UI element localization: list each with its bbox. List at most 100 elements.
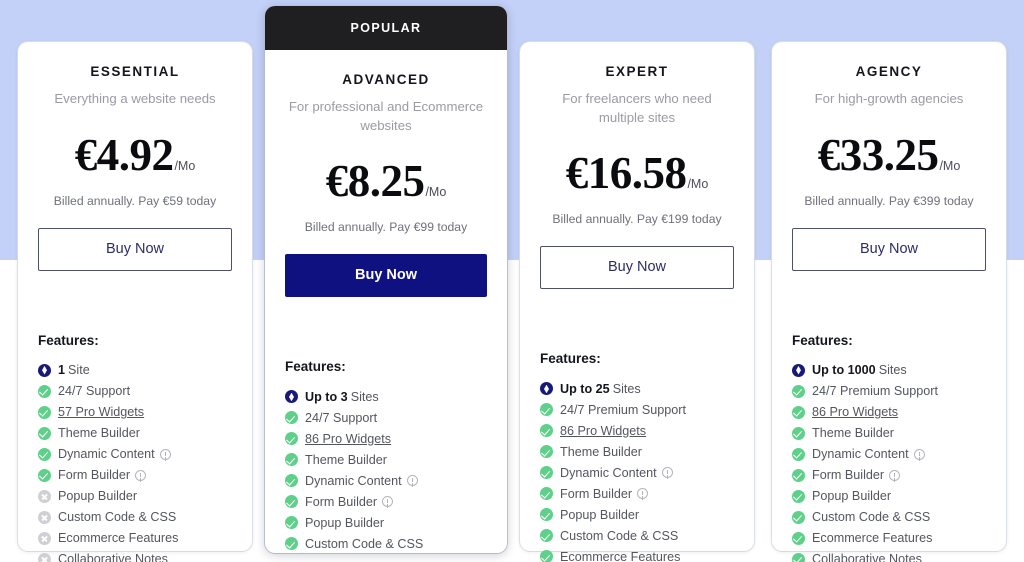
plan-name-expert: EXPERT (605, 64, 669, 79)
info-icon[interactable] (889, 469, 901, 481)
feature-label[interactable]: 86 Pro Widgets (812, 405, 898, 419)
sites-icon (285, 390, 298, 404)
info-icon[interactable] (913, 448, 925, 460)
feature-label: Dynamic Content (305, 473, 402, 488)
feature-label: Site (68, 363, 90, 378)
feature-item: 1 Site (38, 360, 232, 381)
check-icon (285, 495, 298, 509)
info-icon[interactable] (406, 475, 418, 487)
check-icon (792, 510, 805, 524)
feature-label: Custom Code & CSS (812, 510, 931, 525)
check-icon (540, 466, 553, 480)
pricing-card-essential: ESSENTIAL Everything a website needs €4.92… (18, 42, 252, 562)
feature-item: 86 Pro Widgets (540, 420, 734, 441)
feature-item: Custom Code & CSS (285, 533, 487, 553)
feature-item: Ecommerce Features (792, 528, 986, 549)
check-icon (792, 405, 805, 419)
feature-item: Form Builder (540, 483, 734, 504)
info-icon[interactable] (661, 467, 673, 479)
feature-item: Up to 1000 Sites (792, 360, 986, 381)
feature-item: 24/7 Premium Support (792, 381, 986, 402)
check-icon (38, 447, 51, 461)
feature-label: Popup Builder (58, 489, 138, 504)
sites-icon (792, 363, 805, 377)
popular-badge-label: POPULAR (350, 21, 422, 35)
check-icon (285, 516, 298, 530)
feature-label: Form Builder (58, 468, 131, 483)
feature-item: Form Builder (792, 465, 986, 486)
feature-label: Custom Code & CSS (560, 528, 679, 543)
feature-item: 24/7 Premium Support (540, 399, 734, 420)
feature-item: Up to 25 Sites (540, 378, 734, 399)
check-icon (38, 468, 51, 482)
feature-item: Theme Builder (540, 441, 734, 462)
check-icon (285, 474, 298, 488)
feature-item: Dynamic Content (792, 444, 986, 465)
feature-item: Popup Builder (285, 512, 487, 533)
buy-now-button-essential[interactable]: Buy Now (38, 227, 232, 271)
feature-bold-value: 1 (58, 363, 66, 378)
plan-tagline-expert: For freelancers who need multiple sites (562, 91, 712, 125)
features-block-advanced: Features: Up to 3 Sites 24/7 Support 86 Pro … (265, 337, 507, 553)
feature-label: Ecommerce Features (560, 549, 681, 562)
sites-icon (540, 382, 553, 396)
price-period-expert: /Mo (687, 177, 709, 192)
popular-badge: POPULAR (265, 6, 507, 50)
feature-bold-value: Up to 1000 (812, 363, 876, 378)
buy-now-button-agency[interactable]: Buy Now (792, 227, 986, 271)
feature-item: Dynamic Content (285, 470, 487, 491)
feature-item: Ecommerce Features (38, 528, 232, 549)
check-icon (285, 453, 298, 467)
card-header-expert: EXPERT For freelancers who need multiple … (520, 42, 754, 290)
feature-label[interactable]: 86 Pro Widgets (560, 424, 646, 438)
feature-label: Form Builder (560, 486, 633, 501)
price-period-agency: /Mo (939, 158, 961, 173)
buy-now-button-advanced[interactable]: Buy Now (285, 254, 487, 298)
feature-label: Collaborative Notes (812, 552, 922, 562)
check-icon (792, 489, 805, 503)
features-block-expert: Features: Up to 25 Sites 24/7 Premium Suppo… (520, 329, 754, 562)
info-icon[interactable] (382, 496, 394, 508)
price-period-essential: /Mo (174, 158, 196, 173)
feature-label[interactable]: 57 Pro Widgets (58, 405, 144, 419)
info-icon[interactable] (637, 488, 649, 500)
billing-note-agency: Billed annually. Pay €399 today (804, 193, 974, 208)
check-icon (285, 537, 298, 551)
pricing-card-expert: EXPERT For freelancers who need multiple … (520, 42, 754, 562)
feature-item: Dynamic Content (38, 444, 232, 465)
feature-item: 24/7 Support (38, 381, 232, 402)
feature-label: Form Builder (305, 494, 378, 509)
pricing-cards-container: ESSENTIAL Everything a website needs €4.92… (0, 0, 1024, 562)
buy-now-button-expert[interactable]: Buy Now (540, 246, 734, 290)
info-icon[interactable] (135, 469, 147, 481)
feature-item: 24/7 Support (285, 407, 487, 428)
features-block-agency: Features: Up to 1000 Sites 24/7 Premium Sup… (772, 311, 1006, 562)
feature-item: Form Builder (285, 491, 487, 512)
features-heading-essential: Features: (38, 332, 99, 348)
pricing-card-advanced: POPULAR ADVANCED For professional and Ecom… (265, 6, 507, 553)
feature-item: Theme Builder (792, 423, 986, 444)
plan-tagline-advanced: For professional and Ecommerce websites (288, 99, 484, 133)
price-row-agency: €33.25/Mo (792, 129, 986, 181)
feature-label[interactable]: 86 Pro Widgets (305, 432, 391, 446)
feature-item: Theme Builder (38, 423, 232, 444)
check-icon (540, 487, 553, 501)
price-row-essential: €4.92/Mo (38, 129, 232, 181)
feature-item: Popup Builder (540, 504, 734, 525)
feature-label: Sites (612, 381, 641, 396)
feature-label: Dynamic Content (560, 465, 657, 480)
cross-icon (38, 489, 51, 503)
check-icon (540, 445, 553, 459)
check-icon (540, 403, 553, 417)
info-icon[interactable] (159, 448, 171, 460)
check-icon (792, 447, 805, 461)
feature-item: Form Builder (38, 465, 232, 486)
check-icon (540, 424, 553, 438)
feature-label: Dynamic Content (58, 447, 155, 462)
feature-item: Theme Builder (285, 449, 487, 470)
feature-label: Popup Builder (305, 515, 385, 530)
check-icon (285, 432, 298, 446)
